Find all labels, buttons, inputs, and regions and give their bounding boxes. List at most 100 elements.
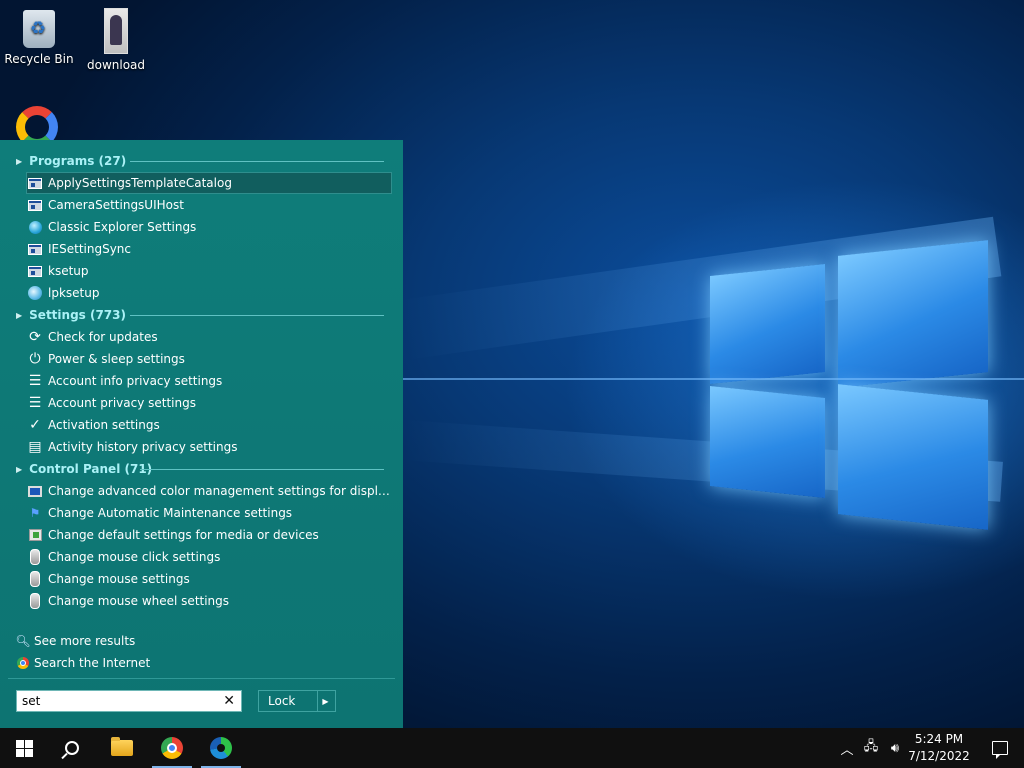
shutdown-options-button[interactable]: ▶ [316,690,336,712]
window-logo-pane [710,385,825,499]
chevron-up-icon[interactable]: ︿ [838,728,856,768]
divider [130,315,384,316]
autoplay-icon [27,527,43,543]
list-item-label: Check for updates [48,330,158,344]
timeline-icon: ▤ [28,439,42,455]
see-more-results-link[interactable]: 🔍︎ See more results [15,631,136,651]
list-item-label: Account privacy settings [48,396,196,410]
list-item-activity-history-privacy[interactable]: ▤ Activity history privacy settings [27,437,391,457]
taskbar-search-button[interactable] [48,728,96,768]
network-icon[interactable]: 🖧︎ [860,728,882,768]
search-icon [65,741,79,755]
volume-icon[interactable]: 🔊︎ [884,728,906,768]
list-item-label: Change mouse click settings [48,550,221,564]
search-input[interactable] [20,693,214,709]
list-item-label: Change Automatic Maintenance settings [48,506,293,520]
group-header-label: Control Panel (71) [29,462,153,476]
see-more-results-label: See more results [34,634,136,648]
list-item-mouse-click-settings[interactable]: Change mouse click settings [27,547,391,567]
magnifier-icon: 🔍︎ [15,634,31,648]
group-header-programs[interactable]: ▶ Programs (27) [16,152,384,170]
start-search-box[interactable]: ✕ [16,690,242,712]
divider [8,678,395,679]
action-center-button[interactable] [976,728,1024,768]
taskbar-edge[interactable] [197,728,245,768]
taskbar: ︿ 🖧︎ 🔊︎ 5:24 PM 7/12/2022 [0,728,1024,768]
chrome-icon [16,656,30,670]
list-item-automatic-maintenance[interactable]: ⚑ Change Automatic Maintenance settings [27,503,391,523]
list-item-default-media-settings[interactable]: Change default settings for media or dev… [27,525,391,545]
list-item-label: Change advanced color management setting… [48,484,391,498]
list-item-label: Activation settings [48,418,160,432]
list-item-label: ApplySettingsTemplateCatalog [48,176,232,190]
window-logo-pane [710,263,825,385]
notification-icon [992,741,1008,759]
folder-icon [111,737,133,756]
chevron-right-icon: ▶ [322,696,329,706]
clock-date: 7/12/2022 [908,749,970,763]
desktop-icon-recycle-bin[interactable]: Recycle Bin [0,10,78,66]
list-item-label: Change mouse settings [48,572,190,586]
start-menu: ▶ Programs (27) ApplySettingsTemplateCat… [0,140,403,728]
taskbar-clock[interactable]: 5:24 PM 7/12/2022 [906,731,972,765]
app-window-icon [27,175,43,191]
list-item-label: IESettingSync [48,242,132,256]
horizon-line [403,378,1024,380]
desktop-icon-label: Recycle Bin [4,52,74,66]
group-header-settings[interactable]: ▶ Settings (773) [16,306,384,324]
check-circle-icon: ✓ [29,417,41,433]
list-item-color-management[interactable]: Change advanced color management setting… [27,481,391,501]
list-item-activation-settings[interactable]: ✓ Activation settings [27,415,391,435]
mouse-icon [27,571,43,587]
list-item-camera-settings-ui-host[interactable]: CameraSettingsUIHost [27,195,391,215]
list-item-label: Classic Explorer Settings [48,220,197,234]
expand-arrow-icon: ▶ [16,464,23,474]
start-button[interactable] [0,728,48,768]
list-item-mouse-settings[interactable]: Change mouse settings [27,569,391,589]
window-logo-pane [838,384,988,530]
account-list-icon: ☰ [28,373,42,389]
list-item-label: Activity history privacy settings [48,440,238,454]
taskbar-file-explorer[interactable] [98,728,146,768]
list-item-ksetup[interactable]: ksetup [27,261,391,281]
edge-icon [210,737,232,759]
clear-search-icon[interactable]: ✕ [223,693,235,709]
list-item-apply-settings-template-catalog[interactable]: ApplySettingsTemplateCatalog [26,172,392,194]
expand-arrow-icon: ▶ [16,310,23,320]
group-header-control-panel[interactable]: ▶ Control Panel (71) [16,460,384,478]
list-item-label: Power & sleep settings [48,352,185,366]
app-window-icon [27,263,43,279]
group-header-label: Programs (27) [29,154,127,168]
list-item-account-privacy[interactable]: ☰ Account privacy settings [27,393,391,413]
taskbar-chrome[interactable] [148,728,196,768]
expand-arrow-icon: ▶ [16,156,23,166]
desktop-icon-label: download [86,58,146,72]
list-item-mouse-wheel-settings[interactable]: Change mouse wheel settings [27,591,391,611]
list-item-power-sleep-settings[interactable]: ⏻ Power & sleep settings [27,349,391,369]
search-internet-label: Search the Internet [34,656,151,670]
account-list-icon: ☰ [28,395,42,411]
mouse-icon [27,593,43,609]
list-item-ie-setting-sync[interactable]: IESettingSync [27,239,391,259]
list-item-label: Change default settings for media or dev… [48,528,319,542]
divider [130,161,384,162]
list-item-lpksetup[interactable]: lpksetup [27,283,391,303]
language-globe-icon [27,285,43,301]
group-header-label: Settings (773) [29,308,126,322]
list-item-classic-explorer-settings[interactable]: Classic Explorer Settings [27,217,391,237]
recycle-bin-icon [23,10,55,48]
monitor-icon [27,483,43,499]
lock-button[interactable]: Lock [258,690,318,712]
divider [140,469,384,470]
desktop-icon-download[interactable]: download [77,8,155,72]
search-internet-link[interactable]: Search the Internet [16,653,150,673]
app-window-icon [27,197,43,213]
list-item-check-for-updates[interactable]: ⟳ Check for updates [27,327,391,347]
list-item-label: CameraSettingsUIHost [48,198,184,212]
clock-time: 5:24 PM [914,732,964,746]
list-item-label: Change mouse wheel settings [48,594,230,608]
refresh-icon: ⟳ [29,329,41,345]
power-icon: ⏻ [29,351,41,367]
google-chrome-icon[interactable] [14,106,64,140]
list-item-account-info-privacy[interactable]: ☰ Account info privacy settings [27,371,391,391]
